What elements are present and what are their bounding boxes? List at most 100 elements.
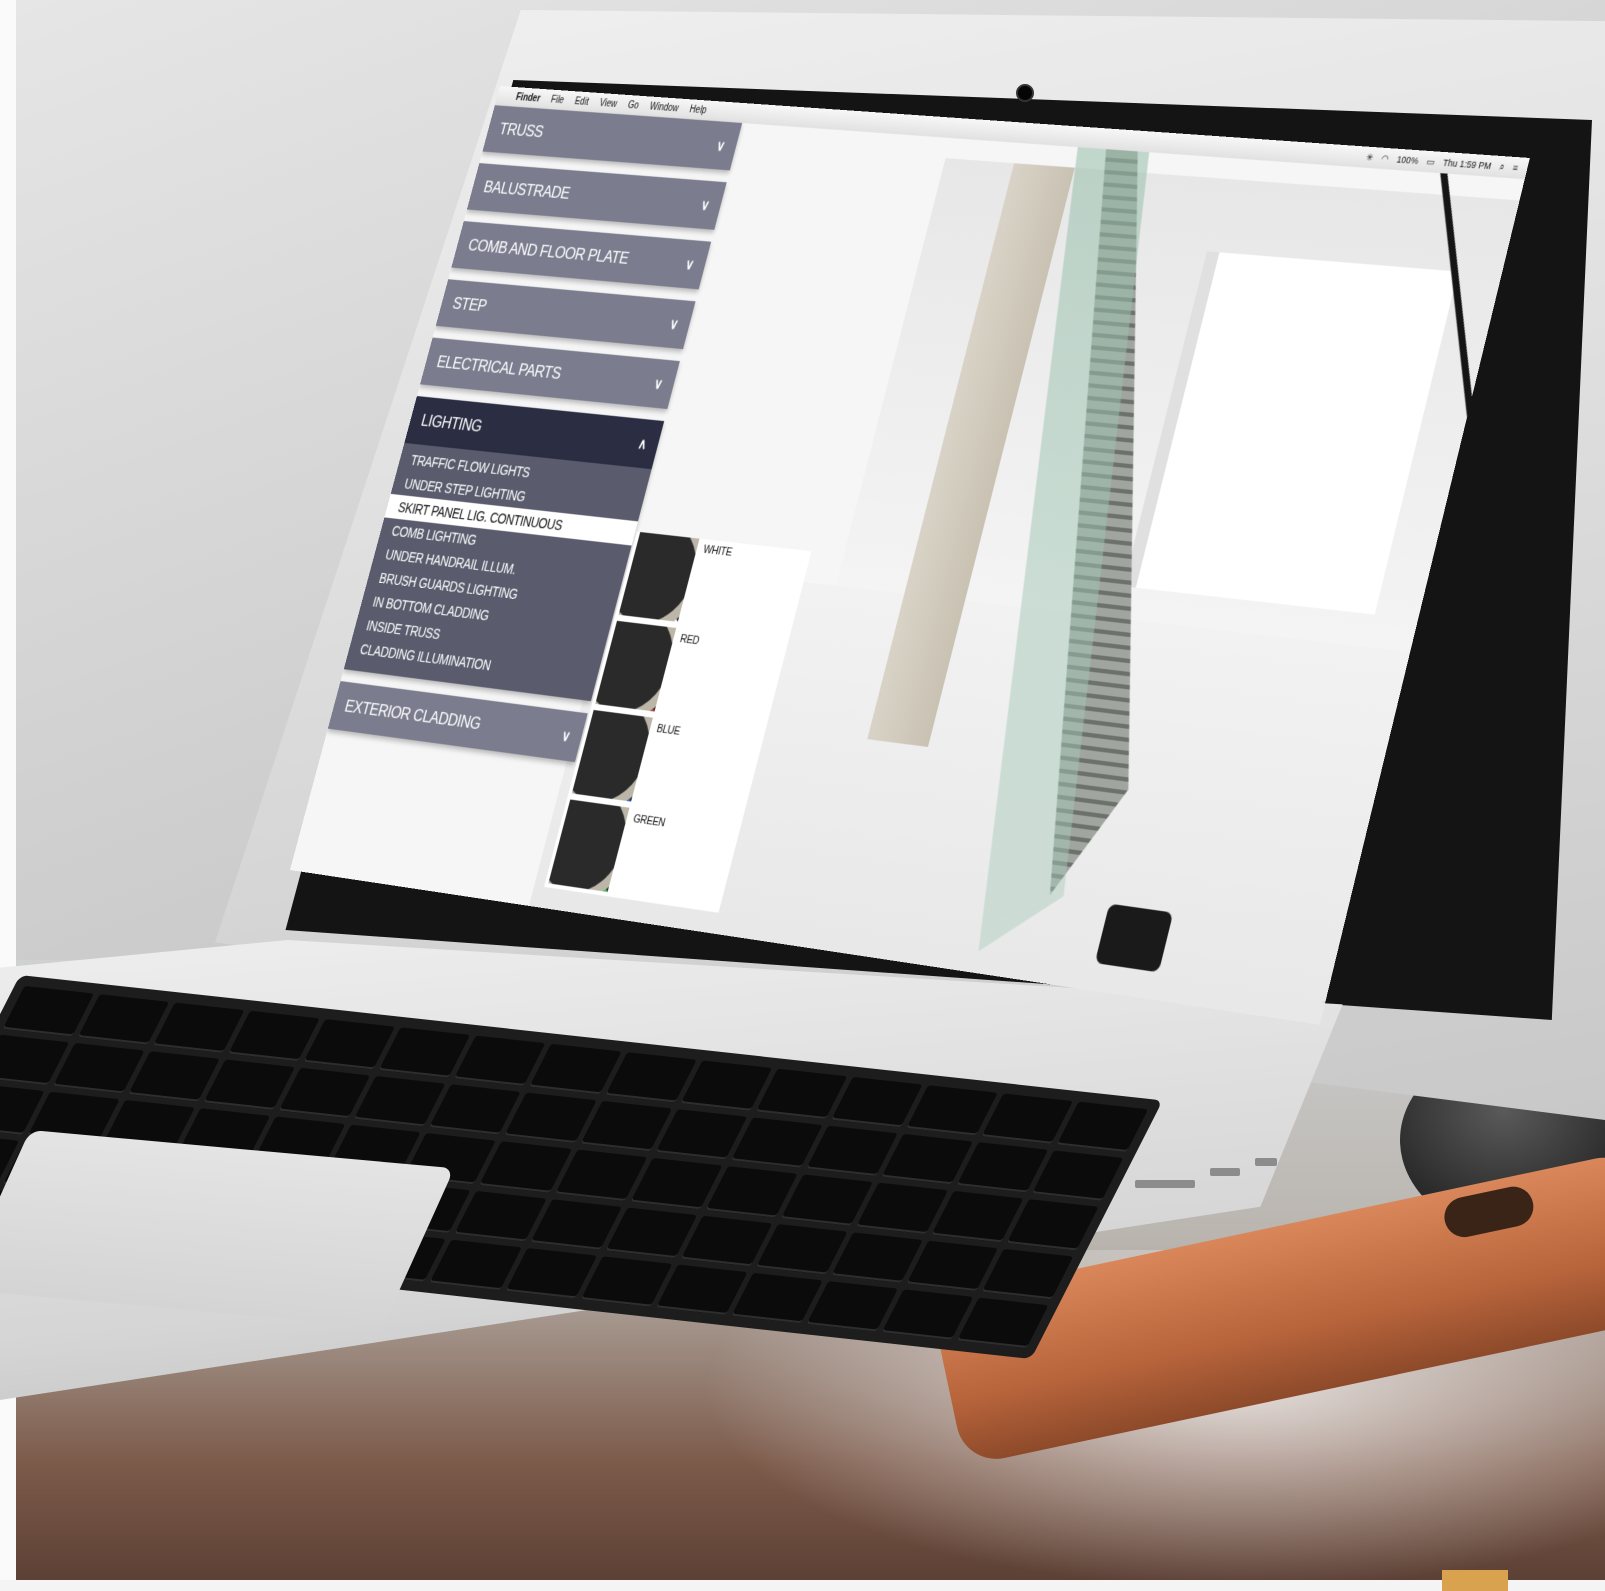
keyboard-key[interactable] <box>304 1019 395 1070</box>
wifi-icon[interactable]: ◠ <box>1380 153 1390 165</box>
keyboard-key[interactable] <box>706 1166 797 1217</box>
keyboard-key[interactable] <box>454 1036 545 1087</box>
section-label: TRUSS <box>497 120 545 143</box>
keyboard-key[interactable] <box>1007 1200 1098 1251</box>
color-option-green[interactable]: GREEN <box>548 799 667 897</box>
keyboard-key[interactable] <box>781 1175 872 1226</box>
menu-clock[interactable]: Thu 1:59 PM <box>1442 157 1493 171</box>
keyboard-key[interactable] <box>882 1289 973 1340</box>
keyboard-key[interactable] <box>78 994 169 1045</box>
section-label: COMB AND FLOOR PLATE <box>466 236 631 269</box>
menu-file[interactable]: File <box>550 94 566 106</box>
keyboard-key[interactable] <box>581 1256 672 1307</box>
chevron-down-icon[interactable]: ∨ <box>652 375 664 393</box>
keyboard-key[interactable] <box>731 1118 822 1169</box>
menu-edit[interactable]: Edit <box>573 96 589 108</box>
bluetooth-icon[interactable]: ✳ <box>1365 151 1375 163</box>
keyboard-key[interactable] <box>806 1126 897 1177</box>
keyboard-key[interactable] <box>354 1076 445 1127</box>
section-comb-and-floor-plate[interactable]: COMB AND FLOOR PLATE ∨ <box>451 221 711 289</box>
keyboard-key[interactable] <box>3 986 94 1037</box>
keyboard-key[interactable] <box>630 1158 721 1209</box>
keyboard-key[interactable] <box>379 1027 470 1078</box>
keyboard-key[interactable] <box>881 1134 972 1185</box>
color-label: GREEN <box>632 813 666 830</box>
keyboard-key[interactable] <box>530 1199 621 1250</box>
chevron-down-icon[interactable]: ∨ <box>560 727 572 745</box>
keyboard-key[interactable] <box>455 1191 546 1242</box>
image-border-bottom <box>0 1580 1605 1591</box>
color-label: BLUE <box>655 723 681 738</box>
menu-view[interactable]: View <box>598 98 618 110</box>
keyboard-key[interactable] <box>228 1011 319 1062</box>
color-option-white[interactable]: WHITE <box>619 532 735 626</box>
keyboard-key[interactable] <box>480 1142 571 1193</box>
keyboard-key[interactable] <box>680 1060 771 1111</box>
keyboard-key[interactable] <box>279 1068 370 1119</box>
usb-port <box>1135 1180 1195 1188</box>
section-step[interactable]: STEP ∨ <box>436 279 696 349</box>
color-option-blue[interactable]: BLUE <box>572 710 683 806</box>
menu-app-finder[interactable]: Finder <box>515 92 542 104</box>
keyboard-key[interactable] <box>1057 1102 1148 1153</box>
chevron-down-icon[interactable]: ∨ <box>683 255 695 273</box>
keyboard-key[interactable] <box>982 1248 1073 1299</box>
color-option-red[interactable]: RED <box>595 621 701 715</box>
chevron-up-icon[interactable]: ∧ <box>636 435 648 453</box>
keyboard-key[interactable] <box>1032 1151 1123 1202</box>
spotlight-search-icon[interactable]: ⌕ <box>1498 161 1506 173</box>
chevron-down-icon[interactable]: ∨ <box>714 137 726 154</box>
keyboard-key[interactable] <box>655 1109 746 1160</box>
keyboard-key[interactable] <box>932 1191 1023 1242</box>
corner-color-mark <box>1442 1570 1508 1591</box>
keyboard-key[interactable] <box>505 1248 596 1299</box>
section-electrical-parts[interactable]: ELECTRICAL PARTS ∨ <box>420 338 680 410</box>
battery-percent[interactable]: 100% <box>1396 154 1420 166</box>
section-label: BALUSTRADE <box>481 177 571 203</box>
webcam-icon <box>1016 84 1034 102</box>
keyboard-key[interactable] <box>856 1183 947 1234</box>
keyboard-key[interactable] <box>204 1060 295 1111</box>
laptop-screen[interactable]: Finder File Edit View Go Window Help ✳ ◠… <box>290 86 1530 1025</box>
keyboard-key[interactable] <box>605 1052 696 1103</box>
keyboard-key[interactable] <box>53 1043 144 1094</box>
phone-camera <box>1441 1183 1537 1241</box>
section-label: LIGHTING <box>419 411 484 437</box>
section-label: ELECTRICAL PARTS <box>435 352 563 384</box>
color-label: RED <box>679 633 701 647</box>
notification-center-icon[interactable]: ≡ <box>1512 162 1520 173</box>
keyboard-key[interactable] <box>555 1150 646 1201</box>
section-label: EXTERIOR CLADDING <box>342 696 482 734</box>
keyboard-key[interactable] <box>530 1044 621 1095</box>
menu-help[interactable]: Help <box>688 104 708 116</box>
keyboard-key[interactable] <box>429 1084 520 1135</box>
section-label: STEP <box>450 294 488 317</box>
keyboard-key[interactable] <box>430 1240 521 1291</box>
chevron-down-icon[interactable]: ∨ <box>699 196 711 213</box>
keyboard-key[interactable] <box>681 1215 772 1266</box>
keyboard-key[interactable] <box>756 1224 847 1275</box>
keyboard-key[interactable] <box>956 1142 1047 1193</box>
keyboard-key[interactable] <box>656 1264 747 1315</box>
keyboard-key[interactable] <box>153 1003 244 1054</box>
keyboard-key[interactable] <box>605 1207 696 1258</box>
keyboard-key[interactable] <box>505 1093 596 1144</box>
keyboard-key[interactable] <box>128 1051 219 1102</box>
menu-window[interactable]: Window <box>648 101 679 114</box>
thunderbolt-port <box>1210 1168 1240 1176</box>
keyboard-key[interactable] <box>831 1077 922 1128</box>
chevron-down-icon[interactable]: ∨ <box>668 315 680 333</box>
keyboard-key[interactable] <box>756 1069 847 1120</box>
keyboard-key[interactable] <box>907 1240 998 1291</box>
keyboard-key[interactable] <box>806 1281 897 1332</box>
keyboard-key[interactable] <box>580 1101 671 1152</box>
keyboard-key[interactable] <box>731 1273 822 1324</box>
section-balustrade[interactable]: BALUSTRADE ∨ <box>467 163 727 230</box>
keyboard-key[interactable] <box>906 1085 997 1136</box>
battery-icon[interactable]: ▭ <box>1425 156 1436 168</box>
keyboard-key[interactable] <box>981 1093 1072 1144</box>
keyboard-key[interactable] <box>831 1232 922 1283</box>
audio-port <box>1255 1158 1277 1166</box>
keyboard-key[interactable] <box>957 1297 1048 1348</box>
menu-go[interactable]: Go <box>627 100 641 111</box>
